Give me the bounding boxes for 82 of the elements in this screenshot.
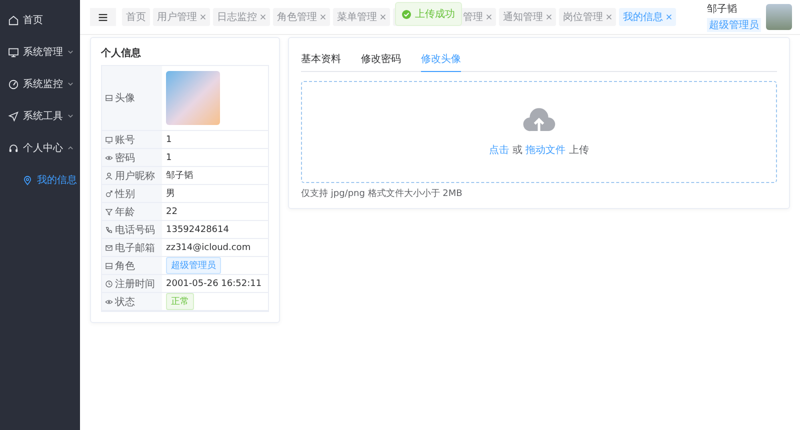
avatar-photo-placeholder [166,71,220,125]
menu-label: 系统管理 [23,46,63,59]
label-text: 用户昵称 [115,170,155,182]
field-value: 男 [166,188,175,200]
check-circle-icon [402,10,411,18]
eye-icon [105,154,113,162]
label-text: 密码 [115,152,135,164]
headset-icon [8,142,19,154]
menu-toggle-button[interactable] [90,8,116,26]
settings-tab[interactable]: 修改密码 [361,50,401,72]
role-tag: 超级管理员 [707,18,761,32]
page-tab[interactable]: 首页 [122,8,150,26]
label-text: 性别 [115,188,135,200]
page-tab[interactable]: 用户管理 [153,8,210,26]
user-icon [105,172,113,180]
label-text: 电话号码 [115,224,155,236]
upload-instruction: 点击 或 拖动文件 上传 [489,144,589,157]
status-tag: 正常 [166,293,194,310]
upload-dropzone[interactable]: 点击 或 拖动文件 上传 [301,81,777,183]
page-tab[interactable]: 菜单管理 [333,8,390,26]
menu-item[interactable]: 首页 [0,4,80,36]
monitor-icon [8,46,19,58]
card-title: 个人信息 [101,46,142,60]
label-text: 角色 [115,260,135,272]
click-link[interactable]: 点击 [489,145,510,156]
close-icon[interactable] [486,14,492,20]
menu-label: 系统工具 [23,110,63,123]
status-tag: 超级管理员 [166,257,221,274]
label-text: 状态 [115,296,135,308]
menu-item[interactable]: 系统管理 [0,36,80,68]
submenu-item[interactable]: 我的信息 [0,164,80,196]
avatar-photo-placeholder[interactable] [766,4,792,30]
close-icon[interactable] [606,14,612,20]
mail-icon [105,244,113,252]
page-tab[interactable]: 角色管理 [273,8,330,26]
user-name: 邹子韬 [707,2,737,16]
home-icon [8,14,19,26]
clock-icon [105,280,113,288]
upload-toast: 上传成功 [395,2,462,26]
close-icon[interactable] [546,14,552,20]
label-text: 注册时间 [115,278,155,290]
settings-tab[interactable]: 修改头像 [421,50,461,72]
label-text: 电子邮箱 [115,242,155,254]
label-text: 年龄 [115,206,135,218]
field-value: zz314@icloud.com [166,242,251,252]
submenu-label: 我的信息 [37,174,77,187]
page-tab[interactable]: 我的信息 [619,8,676,26]
page-tab[interactable]: 通知管理 [499,8,556,26]
eye-icon [105,298,113,306]
close-icon[interactable] [380,14,386,20]
close-icon[interactable] [260,14,266,20]
field-value: 13592428614 [166,224,229,234]
male-icon [105,190,113,198]
field-value: 22 [166,206,178,216]
filter-icon [105,208,113,216]
field-value: 邹子韬 [166,170,193,182]
field-value: 1 [166,152,172,162]
location-pin-icon [22,174,33,186]
gauge-icon [8,78,19,90]
close-icon[interactable] [320,14,326,20]
field-value: 1 [166,134,172,144]
menu-item[interactable]: 个人中心 [0,132,80,164]
menu-label: 个人中心 [23,142,63,155]
menu-item[interactable]: 系统监控 [0,68,80,100]
label-text: 账号 [115,134,135,146]
phone-icon [105,226,113,234]
page-tab[interactable]: 日志监控 [213,8,270,26]
drag-file-link[interactable]: 拖动文件 [526,145,566,156]
close-icon[interactable] [666,14,672,20]
send-icon [8,110,19,122]
monitor-icon [105,136,113,144]
menu-label: 系统监控 [23,78,63,91]
upload-hint: 仅支持 jpg/png 格式文件大小小于 2MB [301,188,464,200]
close-icon[interactable] [200,14,206,20]
page-tab[interactable]: 岗位管理 [559,8,616,26]
cloud-upload-icon [522,107,556,133]
settings-tab[interactable]: 基本资料 [301,50,341,72]
menu-item[interactable]: 系统工具 [0,100,80,132]
field-value: 2001-05-26 16:52:11 [166,278,262,288]
menu-icon [98,12,108,22]
menu-label: 首页 [23,14,43,27]
label-text: 头像 [115,92,135,105]
